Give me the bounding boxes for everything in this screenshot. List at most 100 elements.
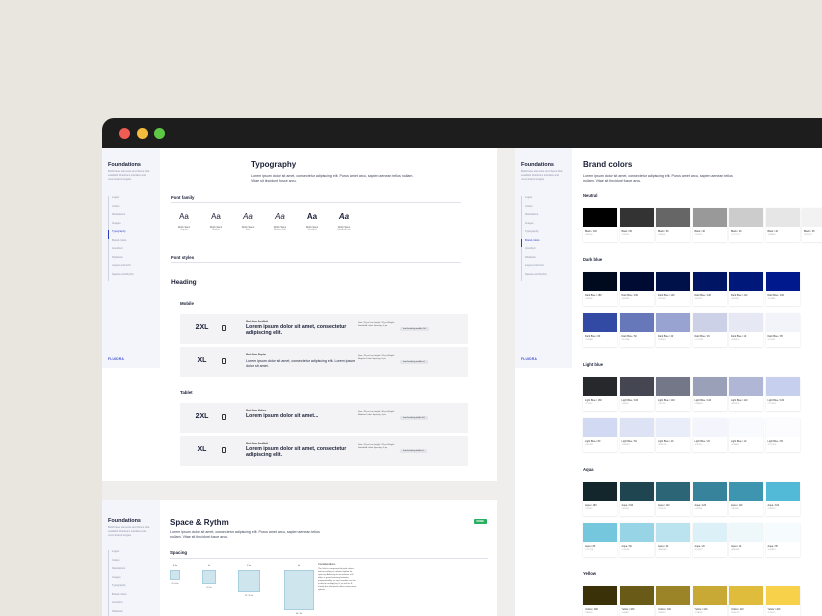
color-swatch[interactable]: Yellow / 160 #6A5A17 <box>619 586 654 616</box>
type-style-row[interactable]: 2XL Work Sans Medium Lorem ipsum dolor sit… <box>180 403 468 433</box>
color-swatch[interactable]: Dark Blue / 180 #000A1F <box>583 272 617 306</box>
color-swatch[interactable]: Light Blue / 120 #9BA0B9 <box>692 377 727 411</box>
color-swatch[interactable]: Aqua / 05 #F6FBFD <box>765 523 800 557</box>
sidebar-item-typography[interactable]: Typography <box>108 584 134 593</box>
sidebar-item-colors[interactable]: Colors <box>521 204 547 213</box>
color-swatch[interactable]: Yellow / 140 #9B8427 <box>656 586 690 616</box>
color-swatch[interactable]: Yellow / 120 #C9A935 <box>692 586 727 616</box>
color-swatch[interactable]: Dark Blue / 40 #99A3D1 <box>656 313 690 347</box>
color-swatch[interactable]: Yellow / 180 #3A3108 <box>583 586 617 616</box>
sidebar-item-illustrations[interactable]: Illustrations <box>108 567 134 576</box>
color-swatch[interactable]: Light Blue / 180 #27282C <box>583 377 617 411</box>
sidebar-item-iconsfont[interactable]: Iconsfont <box>108 601 134 610</box>
token-tag[interactable]: font-heading-mobile-2xl <box>400 327 429 331</box>
color-swatch[interactable]: Aqua / 160 #1F4650 <box>619 482 654 516</box>
color-swatch[interactable]: Light Blue / 140 #747788 <box>656 377 690 411</box>
sidebar-item-iconsfont[interactable]: Iconsfont <box>108 247 134 256</box>
sidebar-item-brand-colors[interactable]: Brand colors <box>108 592 134 601</box>
color-swatch[interactable]: Yellow / 100 #F7D149 <box>765 586 800 616</box>
color-swatch[interactable]: Black / 05 #F2F2F2 <box>802 208 822 242</box>
color-swatch[interactable]: Aqua / 10 #EEF8FB <box>729 523 763 557</box>
sidebar-item-logos[interactable]: Logos <box>108 550 134 559</box>
maximize-window-icon[interactable] <box>154 128 165 139</box>
sidebar-item-brand-colors[interactable]: Brand colors <box>521 238 547 247</box>
sidebar-item-images[interactable]: Images <box>108 221 134 230</box>
color-swatch[interactable]: Dark Blue / 10 #E6E8F4 <box>729 313 763 347</box>
color-swatch[interactable]: Dark Blue / 110 #00187A <box>729 272 763 306</box>
color-swatch[interactable]: Dark Blue / 60 #6677BA <box>619 313 654 347</box>
sidebar-item-brand-colors[interactable]: Brand colors <box>108 238 134 247</box>
sidebar-item-typography[interactable]: Typography <box>108 230 134 239</box>
color-swatch[interactable]: Black / 100 #000000 <box>583 208 617 242</box>
sidebar-item-images[interactable]: Images <box>521 221 547 230</box>
swatch-label: Light Blue / 120 <box>694 399 712 402</box>
color-swatch[interactable]: Yellow / 110 #E0BC3D <box>729 586 763 616</box>
sidebar-item-shadows[interactable]: Shadows <box>108 609 134 616</box>
swatch-hex: #C9A935 <box>694 612 703 614</box>
color-swatch[interactable]: Black / 80 #333333 <box>619 208 654 242</box>
sidebar-item-images[interactable]: Images <box>108 575 134 584</box>
sidebar-item-logos[interactable]: Logos <box>108 196 134 205</box>
color-swatch[interactable]: Black / 60 #666666 <box>656 208 690 242</box>
color-swatch[interactable]: Black / 20 #CCCCCC <box>729 208 763 242</box>
color-swatch[interactable]: Light Blue / 20 #F4F5FC <box>692 418 727 452</box>
sidebar-item-shadows[interactable]: Shadows <box>521 255 547 264</box>
device-icon <box>222 414 226 420</box>
color-swatch[interactable]: Light Blue / 80 #D2D9F2 <box>583 418 617 452</box>
sidebar-item-typography[interactable]: Typography <box>521 230 547 239</box>
color-swatch[interactable]: Aqua / 140 #2C6676 <box>656 482 690 516</box>
sidebar-item-layout-and-grid[interactable]: Layout and Grid <box>108 264 134 273</box>
token-tag[interactable]: font-heading-tablet-2xl <box>400 416 428 420</box>
token-tag[interactable]: font-heading-mobile-xl <box>400 360 428 364</box>
swatch-color <box>692 377 727 396</box>
color-swatch[interactable]: Dark Blue / 160 #000B33 <box>619 272 654 306</box>
color-swatch[interactable]: Dark Blue / 05 #F2F4F9 <box>765 313 800 347</box>
sidebar-item-illustrations[interactable]: Illustrations <box>521 213 547 222</box>
minimize-window-icon[interactable] <box>137 128 148 139</box>
sidebar-item-layout-and-grid[interactable]: Layout and Grid <box>521 264 547 273</box>
type-style-row[interactable]: XL Work Sans SemiBold Lorem ipsum dolor si… <box>180 436 468 466</box>
color-swatch[interactable]: Aqua / 120 #37839B <box>692 482 727 516</box>
color-swatch[interactable]: Black / 40 #999999 <box>692 208 727 242</box>
color-swatch[interactable]: Aqua / 40 #BAE3EF <box>656 523 690 557</box>
sidebar-description: Build base elements and theme that estab… <box>521 170 563 181</box>
color-swatch[interactable]: Aqua / 180 #13262C <box>583 482 617 516</box>
color-swatch[interactable]: Dark Blue / 140 #001048 <box>656 272 690 306</box>
color-swatch[interactable]: Dark Blue / 80 #334AA4 <box>583 313 617 347</box>
token-tag[interactable]: font-heading-tablet-xl <box>400 449 427 453</box>
sidebar-item-spaces-and-rythm[interactable]: Spaces and Rythm <box>108 272 134 281</box>
type-style-row[interactable]: 2XL Work Sans SemiBold Lorem ipsum dolor s… <box>180 314 468 344</box>
color-swatch[interactable]: Aqua / 20 #DCF1F7 <box>692 523 727 557</box>
color-group-title: Neutral <box>583 193 598 198</box>
type-style-row[interactable]: XL Work Sans Regular Lorem ipsum dolor sit… <box>180 347 468 377</box>
color-swatch[interactable]: Aqua / 80 #75C7DE <box>583 523 617 557</box>
color-swatch[interactable]: Dark Blue / 120 #001563 <box>692 272 727 306</box>
sidebar-item-logos[interactable]: Logos <box>521 196 547 205</box>
font-card: Aa Work Sans Medium Italic <box>267 212 293 231</box>
color-swatch[interactable]: Black / 10 #E6E6E6 <box>765 208 800 242</box>
swatch-label: Dark Blue / 40 <box>658 335 674 338</box>
sidebar-item-spaces-and-rythm[interactable]: Spaces and Rythm <box>521 272 547 281</box>
swatch-label: Yellow / 180 <box>585 608 598 611</box>
color-swatch[interactable]: Light Blue / 100 #C7CFEF <box>765 377 800 411</box>
sidebar-description: Build base elements and theme that estab… <box>108 526 150 537</box>
color-swatch[interactable]: Light Blue / 160 #444652 <box>619 377 654 411</box>
close-window-icon[interactable] <box>119 128 130 139</box>
color-swatch[interactable]: Dark Blue / 100 #001A8D <box>765 272 800 306</box>
color-swatch[interactable]: Aqua / 60 #97D5E6 <box>619 523 654 557</box>
sidebar-item-iconsfont[interactable]: Iconsfont <box>521 247 547 256</box>
sidebar-item-colors[interactable]: Colors <box>108 204 134 213</box>
color-swatch[interactable]: Dark Blue / 20 #CCD1E8 <box>692 313 727 347</box>
color-swatch[interactable]: Light Blue / 60 #DDE2F5 <box>619 418 654 452</box>
color-swatch[interactable]: Light Blue / 05 #FCFCFE <box>765 418 800 452</box>
color-swatch[interactable]: Aqua / 100 #52B9D6 <box>765 482 800 516</box>
sidebar-item-colors[interactable]: Colors <box>108 558 134 567</box>
device-icon <box>222 358 226 364</box>
color-swatch[interactable]: Light Blue / 10 #F9FAFD <box>729 418 763 452</box>
color-swatch[interactable]: Light Blue / 110 #B0B7D6 <box>729 377 763 411</box>
swatch-color <box>619 482 654 501</box>
sidebar-item-illustrations[interactable]: Illustrations <box>108 213 134 222</box>
sidebar-item-shadows[interactable]: Shadows <box>108 255 134 264</box>
color-swatch[interactable]: Aqua / 110 #3E95B0 <box>729 482 763 516</box>
color-swatch[interactable]: Light Blue / 40 #E9ECF9 <box>656 418 690 452</box>
